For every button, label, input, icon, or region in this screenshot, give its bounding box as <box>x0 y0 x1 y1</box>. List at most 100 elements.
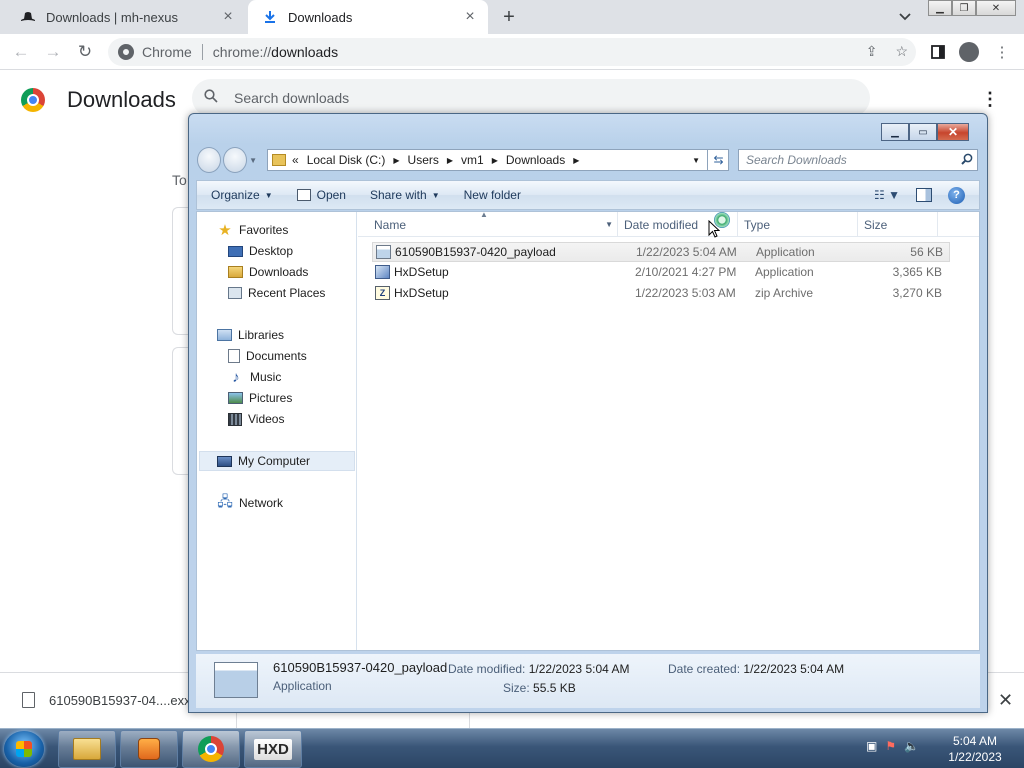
downloads-search[interactable]: Search downloads <box>192 79 870 117</box>
breadcrumb-downloads[interactable]: Downloads <box>506 153 565 167</box>
volume-icon[interactable]: 🔈 <box>904 739 919 753</box>
profile-avatar-icon[interactable] <box>959 42 979 62</box>
forward-button[interactable]: → <box>42 41 64 63</box>
nav-network[interactable]: 🖧 Network <box>217 493 283 513</box>
nav-downloads[interactable]: Downloads <box>228 262 308 282</box>
page-title: Downloads <box>67 87 176 112</box>
chevron-down-icon[interactable]: ▼ <box>605 220 613 229</box>
file-date: 1/22/2023 5:04 AM <box>636 245 737 259</box>
clock[interactable]: 5:04 AM 1/22/2023 <box>940 733 1010 765</box>
nav-documents[interactable]: Documents <box>228 346 307 366</box>
new-folder-button[interactable]: New folder <box>464 188 521 202</box>
close-button[interactable]: ✕ <box>937 123 969 141</box>
preview-pane-icon[interactable] <box>916 188 932 202</box>
start-button[interactable] <box>4 731 44 767</box>
explorer-search-input[interactable]: Search Downloads <box>738 149 978 171</box>
shelf-download-item[interactable]: 610590B15937-04....exx <box>49 693 191 708</box>
taskbar-media-player-button[interactable] <box>120 730 178 768</box>
nav-favorites[interactable]: ★ Favorites <box>217 220 288 240</box>
command-bar: Organize ▼ Open Share with ▼ New folder ☷ … <box>196 180 980 210</box>
breadcrumb-local-disk[interactable]: Local Disk (C:) <box>307 153 386 167</box>
explorer-body: ★ Favorites Desktop Downloads Recent Pla… <box>196 210 980 651</box>
bookmark-star-icon[interactable]: ☆ <box>895 43 908 60</box>
minimize-button[interactable]: ▁ <box>928 0 952 16</box>
network-icon: 🖧 <box>217 493 233 509</box>
close-button[interactable]: ✕ <box>976 0 1016 16</box>
action-center-flag-icon[interactable]: ⚑ <box>885 739 896 753</box>
chevron-right-icon[interactable]: ▶ <box>573 156 579 165</box>
side-panel-icon[interactable] <box>928 42 948 62</box>
organize-button[interactable]: Organize ▼ <box>211 188 273 202</box>
tab-strip: Downloads | mh-nexus × Downloads × + ▁ ❐… <box>0 0 1024 34</box>
chevron-right-icon[interactable]: ▶ <box>492 156 498 165</box>
hxd-icon: HXD <box>254 738 292 760</box>
close-shelf-icon[interactable]: ✕ <box>998 690 1013 711</box>
file-row[interactable]: Z HxDSetup 1/22/2023 5:03 AM zip Archive… <box>372 284 950 304</box>
refresh-icon[interactable]: ⇆ <box>707 149 729 171</box>
help-icon[interactable]: ? <box>948 186 965 204</box>
open-button[interactable]: Open <box>296 188 346 202</box>
music-icon: ♪ <box>232 368 240 386</box>
clock-time: 5:04 AM <box>952 734 998 748</box>
taskbar-explorer-button[interactable] <box>58 730 116 768</box>
file-row[interactable]: 610590B15937-0420_payload 1/22/2023 5:04… <box>372 242 950 262</box>
chevron-down-icon: ▼ <box>264 190 273 200</box>
nav-libraries[interactable]: Libraries <box>217 325 284 345</box>
pictures-icon <box>228 392 243 404</box>
chrome-site-icon <box>118 44 134 60</box>
column-header-size[interactable]: Size <box>858 212 938 237</box>
close-tab-icon[interactable]: × <box>220 8 236 25</box>
nav-recent-places[interactable]: Recent Places <box>228 283 325 303</box>
hat-icon <box>20 9 36 25</box>
restore-button[interactable]: ❐ <box>952 0 976 16</box>
tab-search-chevron-icon[interactable] <box>896 8 914 26</box>
network-tray-icon[interactable]: ▣ <box>866 739 877 753</box>
menu-kebab-icon[interactable]: ⋮ <box>992 42 1012 62</box>
share-icon[interactable]: ⇪ <box>866 43 878 60</box>
change-view-icon[interactable]: ☷ ▼ <box>874 188 900 202</box>
folder-icon <box>73 738 101 760</box>
column-header-name[interactable]: Name ▲ ▼ <box>358 210 618 237</box>
nav-videos[interactable]: Videos <box>228 409 284 429</box>
file-size: 56 KB <box>910 245 943 259</box>
tab-mh-nexus[interactable]: Downloads | mh-nexus × <box>6 0 246 34</box>
back-button[interactable]: ← <box>10 41 32 63</box>
chrome-icon <box>198 736 224 762</box>
more-actions-icon[interactable]: ⋮ <box>980 87 1000 111</box>
taskbar-chrome-button[interactable] <box>182 730 240 768</box>
nav-pictures[interactable]: Pictures <box>228 388 292 408</box>
minimize-button[interactable]: ▁ <box>881 123 909 141</box>
reload-button[interactable]: ↻ <box>74 41 96 63</box>
breadcrumb-users[interactable]: Users <box>408 153 439 167</box>
url-text: chrome://downloads <box>212 44 339 60</box>
file-list: Name ▲ ▼ Date modified Type Size 610590B… <box>358 210 979 650</box>
close-tab-icon[interactable]: × <box>462 8 478 25</box>
breadcrumb-vm1[interactable]: vm1 <box>461 153 484 167</box>
maximize-button[interactable]: ▭ <box>909 123 937 141</box>
recent-pages-chevron-icon[interactable]: ▼ <box>249 156 257 165</box>
nav-my-computer[interactable]: My Computer <box>199 451 355 471</box>
back-button[interactable] <box>197 147 222 173</box>
chevron-right-icon[interactable]: ▶ <box>393 156 399 165</box>
share-with-button[interactable]: Share with ▼ <box>370 188 440 202</box>
nav-music[interactable]: ♪ Music <box>228 367 281 387</box>
chrome-logo-icon <box>21 88 45 112</box>
file-type: Application <box>756 245 815 259</box>
search-icon <box>961 153 973 168</box>
file-name: HxDSetup <box>394 265 449 279</box>
nav-desktop[interactable]: Desktop <box>228 241 293 261</box>
explorer-address-bar[interactable]: « Local Disk (C:) ▶ Users ▶ vm1 ▶ Downlo… <box>267 149 729 171</box>
taskbar-hxd-button[interactable]: HXD <box>244 730 302 768</box>
column-header-type[interactable]: Type <box>738 212 858 237</box>
forward-button[interactable] <box>223 147 248 173</box>
application-icon <box>376 245 391 259</box>
breadcrumb-overflow[interactable]: « <box>292 153 299 167</box>
address-bar[interactable]: Chrome chrome://downloads ⇪ ☆ <box>108 38 916 66</box>
chevron-right-icon[interactable]: ▶ <box>447 156 453 165</box>
file-row[interactable]: HxDSetup 2/10/2021 4:27 PM Application 3… <box>372 263 950 283</box>
address-dropdown-icon[interactable]: ▼ <box>692 156 700 165</box>
tab-downloads[interactable]: Downloads × <box>248 0 488 34</box>
new-tab-button[interactable]: + <box>498 6 520 28</box>
sort-ascending-icon: ▲ <box>480 210 488 219</box>
search-input[interactable]: Search downloads <box>234 90 349 106</box>
